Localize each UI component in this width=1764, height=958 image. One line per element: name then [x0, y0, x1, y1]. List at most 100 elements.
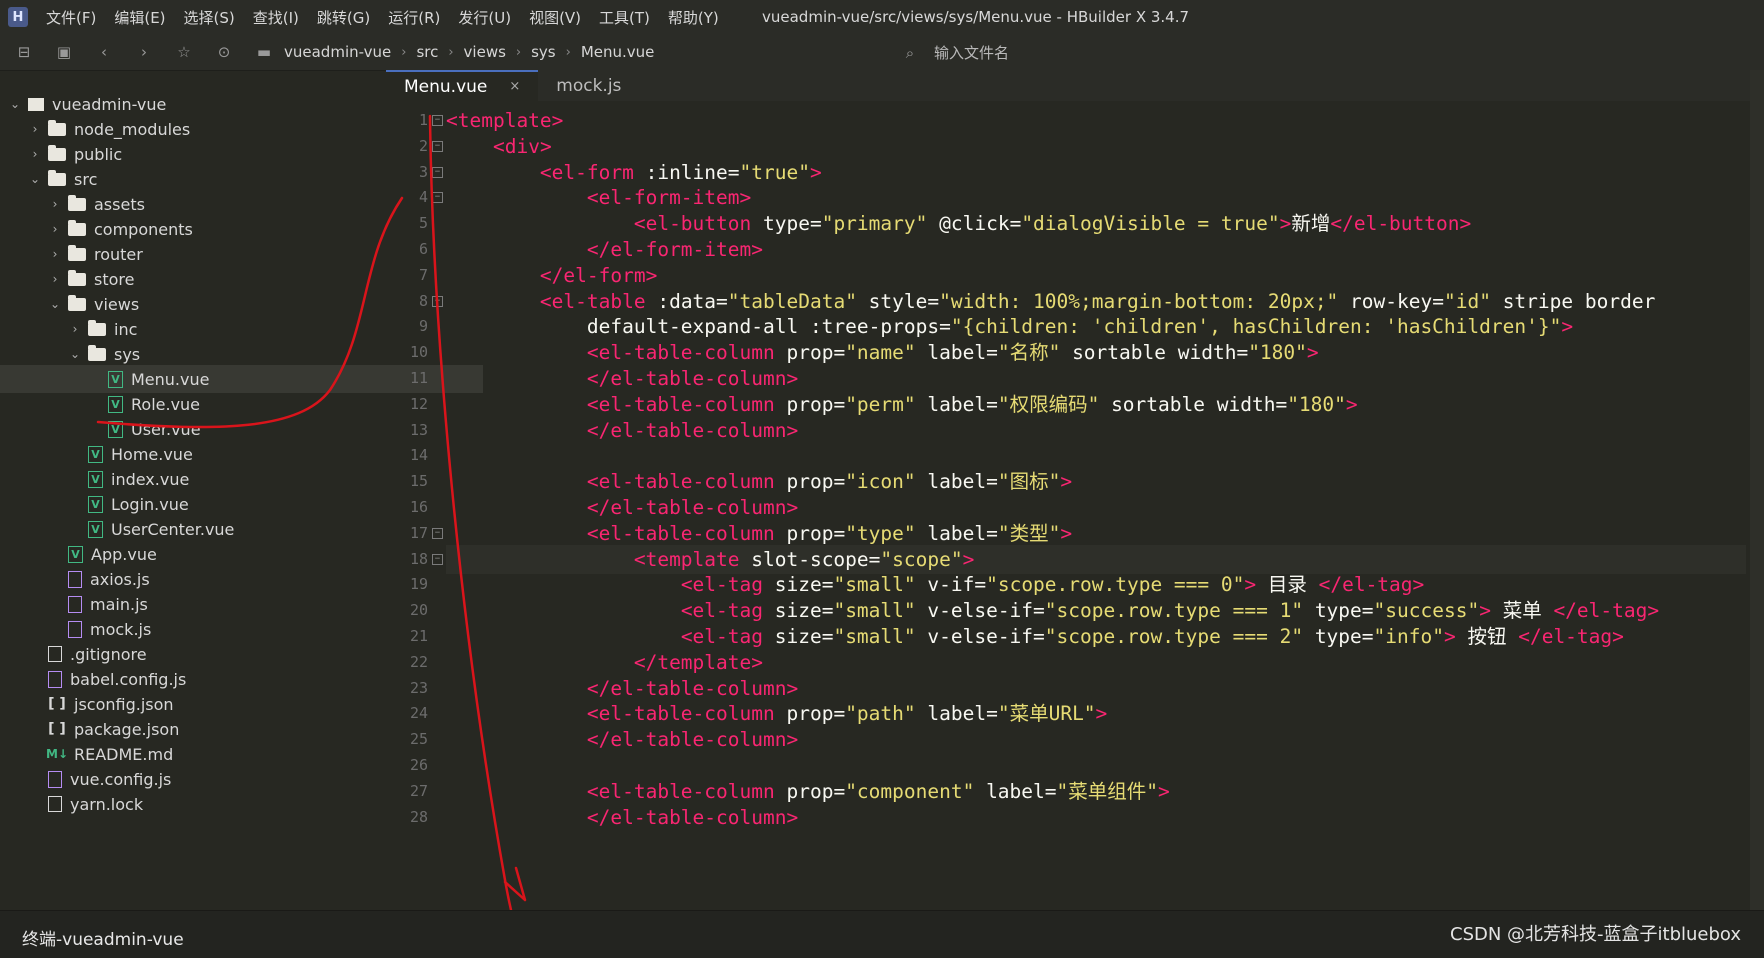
tab-mock-js[interactable]: mock.js [538, 70, 639, 101]
code-line[interactable]: <div> [446, 132, 552, 161]
chevron-right-icon[interactable]: › [68, 322, 82, 336]
code-line[interactable]: <el-tag size="small" v-if="scope.row.typ… [446, 570, 1424, 599]
code-line[interactable]: default-expand-all :tree-props="{childre… [446, 312, 1573, 341]
file-search[interactable]: ⌕ 输入文件名 [900, 42, 1009, 63]
code-line[interactable]: </el-table-column> [446, 493, 798, 522]
code-line[interactable]: </el-table-column> [446, 725, 798, 754]
fold-toggle-icon[interactable]: − [432, 192, 443, 204]
chevron-right-icon[interactable]: › [48, 247, 62, 261]
tree-item-main-js[interactable]: main.js [0, 590, 443, 618]
code-line[interactable]: <el-form-item> [446, 183, 751, 212]
run-icon[interactable]: ⊙ [214, 42, 234, 62]
code-line[interactable]: </el-form> [446, 261, 657, 290]
menu-goto[interactable]: 跳转(G) [317, 7, 370, 28]
tree-item-public[interactable]: › public [0, 140, 403, 168]
chevron-down-icon[interactable]: ⌄ [8, 97, 22, 111]
code-line[interactable]: <template slot-scope="scope"> [446, 544, 1746, 574]
chevron-right-icon[interactable]: › [28, 147, 42, 161]
chevron-down-icon[interactable]: ⌄ [68, 347, 82, 361]
tree-item-babel-config[interactable]: babel.config.js [0, 665, 423, 693]
tree-item-label: public [74, 144, 123, 164]
chevron-right-icon[interactable]: › [48, 272, 62, 286]
code-line[interactable]: <el-button type="primary" @click="dialog… [446, 209, 1471, 238]
fold-toggle-icon[interactable]: − [432, 115, 443, 126]
code-line[interactable]: </template> [446, 648, 763, 677]
back-icon[interactable]: ‹ [94, 42, 114, 62]
code-line[interactable]: <el-tag size="small" v-else-if="scope.ro… [446, 622, 1624, 651]
tree-item-project[interactable]: ⌄ vueadmin-vue [0, 90, 383, 118]
menu-view[interactable]: 视图(V) [529, 7, 581, 28]
code-line[interactable]: <el-tag size="small" v-else-if="scope.ro… [446, 596, 1659, 625]
menu-find[interactable]: 查找(I) [253, 7, 299, 28]
tree-item-yarn-lock[interactable]: yarn.lock [0, 790, 423, 818]
code-line[interactable]: <el-table-column prop="component" label=… [446, 777, 1170, 806]
chevron-right-icon[interactable]: › [28, 122, 42, 136]
line-number: 16 [409, 498, 428, 516]
breadcrumb-src[interactable]: src [416, 43, 438, 61]
tree-item-assets[interactable]: › assets [0, 190, 423, 218]
chevron-down-icon[interactable]: ⌄ [28, 172, 42, 186]
code-line[interactable]: </el-form-item> [446, 235, 763, 264]
tree-item-src[interactable]: ⌄ src [0, 165, 403, 193]
code-line[interactable]: <el-form :inline="true"> [446, 158, 822, 187]
breadcrumb-file[interactable]: Menu.vue [581, 43, 655, 61]
code-line[interactable]: <el-table-column prop="type" label="类型"> [446, 519, 1072, 548]
terminal-tab[interactable]: 终端-vueadmin-vue [22, 925, 184, 950]
fold-toggle-icon[interactable]: − [432, 166, 443, 178]
tree-item-node-modules[interactable]: › node_modules [0, 115, 403, 143]
code-line[interactable]: <el-table-column prop="name" label="名称" … [446, 338, 1319, 367]
save-icon[interactable]: ▣ [54, 42, 74, 62]
close-icon[interactable]: × [509, 79, 520, 94]
code-line[interactable]: <el-table-column prop="perm" label="权限编码… [446, 390, 1358, 419]
folder-icon: ▬ [256, 43, 272, 61]
menu-run[interactable]: 运行(R) [388, 7, 440, 28]
tree-item-sys[interactable]: ⌄ sys [0, 340, 443, 368]
menu-tools[interactable]: 工具(T) [599, 7, 650, 28]
favorite-icon[interactable]: ☆ [174, 42, 194, 62]
editor-scrollbar[interactable] [1750, 70, 1764, 910]
fold-toggle-icon[interactable]: − [432, 527, 443, 539]
menu-help[interactable]: 帮助(Y) [668, 7, 719, 28]
collapse-all-icon[interactable]: ⊟ [14, 42, 34, 62]
tree-item-vue-config[interactable]: vue.config.js [0, 765, 423, 793]
tab-menu-vue[interactable]: Menu.vue × [386, 70, 539, 101]
code-line[interactable]: </el-table-column> [446, 674, 798, 703]
menu-publish[interactable]: 发行(U) [458, 7, 511, 28]
breadcrumb-project[interactable]: vueadmin-vue [284, 43, 391, 61]
breadcrumb-views[interactable]: views [464, 43, 506, 61]
tree-item-gitignore[interactable]: .gitignore [0, 640, 423, 668]
tree-item-views[interactable]: ⌄ views [0, 290, 423, 318]
tree-item-jsconfig[interactable]: [ ] jsconfig.json [0, 690, 423, 718]
fold-toggle-icon[interactable]: − [432, 553, 443, 565]
chevron-right-icon[interactable]: › [48, 197, 62, 211]
menu-file[interactable]: 文件(F) [46, 7, 96, 28]
menu-edit[interactable]: 编辑(E) [114, 7, 165, 28]
forward-icon[interactable]: › [134, 42, 154, 62]
tree-item-app-vue[interactable]: V App.vue [0, 540, 443, 568]
code-line[interactable]: <el-table :data="tableData" style="width… [446, 287, 1655, 316]
code-line[interactable]: </el-table-column> [446, 803, 798, 832]
tree-item-inc[interactable]: › inc [0, 315, 443, 343]
chevron-down-icon[interactable]: ⌄ [48, 297, 62, 311]
code-line[interactable]: </el-table-column> [446, 364, 798, 393]
code-line[interactable]: <el-table-column prop="path" label="菜单UR… [446, 699, 1107, 728]
menu-select[interactable]: 选择(S) [184, 7, 235, 28]
tree-item-components[interactable]: › components [0, 215, 423, 243]
file-search-input[interactable]: 输入文件名 [934, 42, 1009, 63]
code-line[interactable]: <el-table-column prop="icon" label="图标"> [446, 467, 1072, 496]
code-line[interactable]: </el-table-column> [446, 416, 798, 445]
vue-file-icon: V [108, 420, 123, 438]
line-number: 2 [418, 136, 428, 155]
code-line[interactable]: <template> [446, 106, 563, 135]
tree-item-package-json[interactable]: [ ] package.json [0, 715, 423, 743]
tree-item-readme[interactable]: M↓ README.md [0, 740, 423, 768]
chevron-right-icon[interactable]: › [48, 222, 62, 236]
tree-item-mock-js[interactable]: mock.js [0, 615, 443, 643]
line-number: 5 [418, 214, 428, 233]
fold-toggle-icon[interactable]: − [432, 140, 443, 152]
tree-item-axios-js[interactable]: axios.js [0, 565, 443, 593]
breadcrumb-sys[interactable]: sys [531, 43, 556, 61]
tree-item-store[interactable]: › store [0, 265, 423, 293]
fold-toggle-icon[interactable]: − [432, 295, 443, 307]
tree-item-router[interactable]: › router [0, 240, 423, 268]
